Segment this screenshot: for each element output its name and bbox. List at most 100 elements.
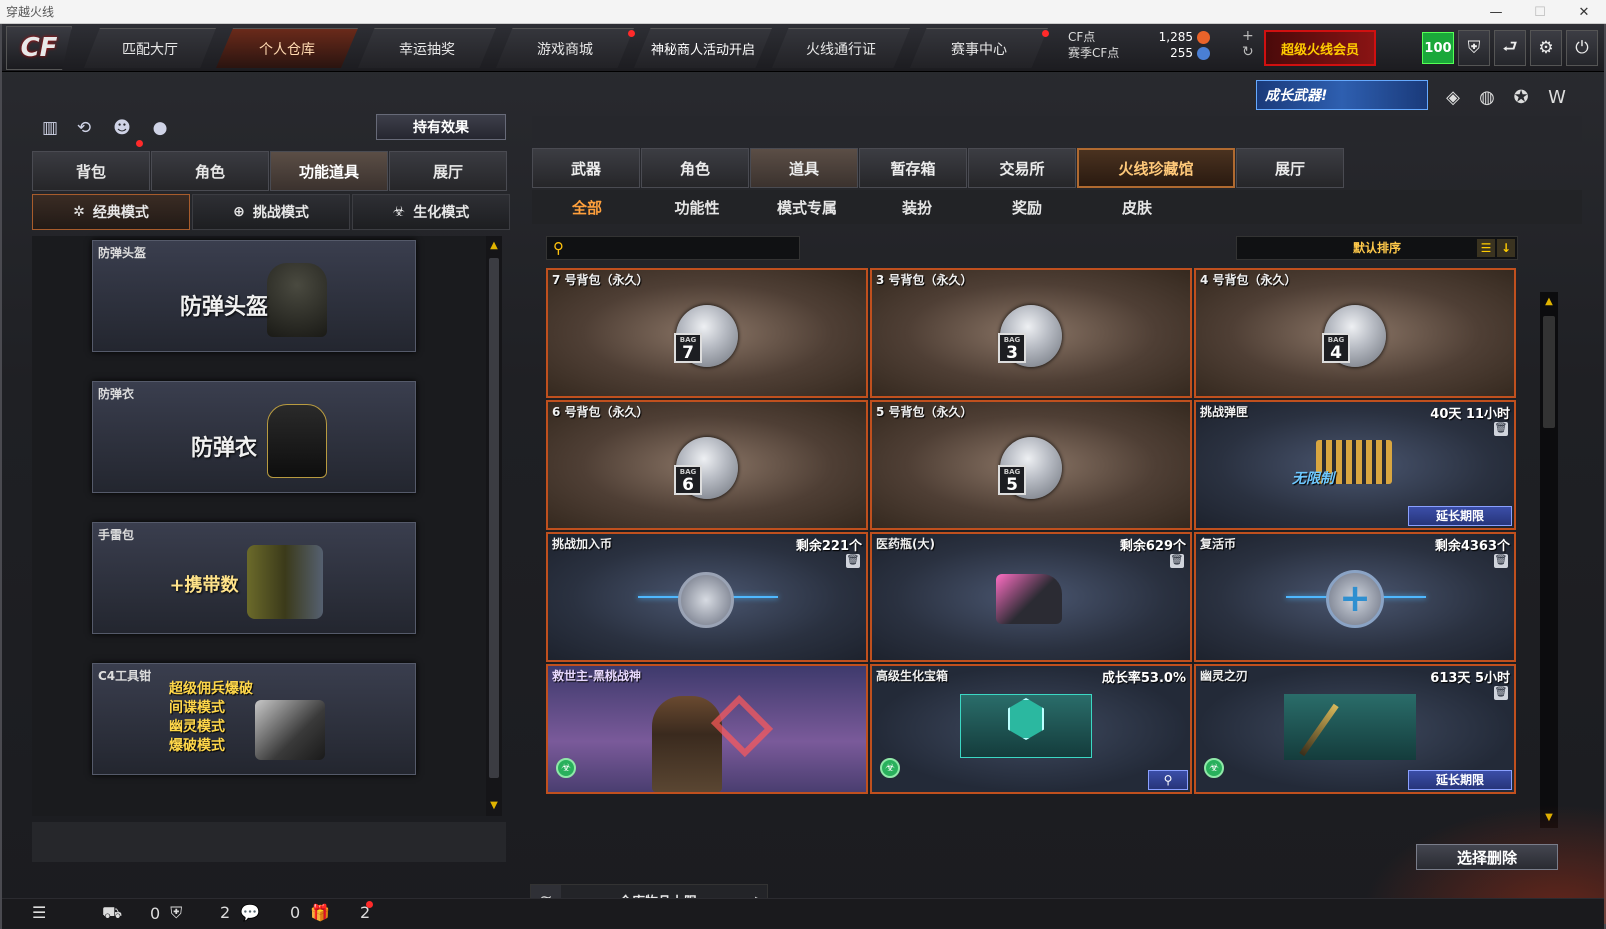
tab-backpack[interactable]: 背包 bbox=[32, 151, 150, 191]
scroll-thumb[interactable] bbox=[489, 258, 499, 778]
scroll-down-icon[interactable]: ▼ bbox=[486, 798, 502, 814]
subtab-skins[interactable]: 皮肤 bbox=[1082, 190, 1192, 224]
w-logo-icon[interactable]: W bbox=[1544, 84, 1570, 110]
grow-weapon-banner[interactable]: 成长武器! bbox=[1256, 80, 1428, 110]
item-card[interactable]: 挑战加入币 剩余221个 🗑 bbox=[546, 532, 868, 662]
item-card[interactable]: 4 号背包（永久） 4 bbox=[1194, 268, 1516, 398]
stats-icon[interactable]: ▥ bbox=[38, 116, 62, 140]
grenade-icon[interactable]: ● bbox=[148, 116, 172, 140]
tab-roles[interactable]: 角色 bbox=[641, 148, 749, 188]
shield-icon[interactable]: ⛨ bbox=[170, 903, 182, 923]
item-card[interactable]: 7 号背包（永久） 7 bbox=[546, 268, 868, 398]
status-group: 0 ⛨ bbox=[150, 903, 182, 923]
scroll-up-icon[interactable]: ▲ bbox=[1541, 294, 1557, 310]
item-card[interactable]: 幽灵之刃 613天 5小时 🗑 ☣ 延长期限 bbox=[1194, 664, 1516, 794]
trash-icon[interactable]: 🗑 bbox=[1494, 554, 1508, 568]
globe-icon[interactable]: ◍ bbox=[1474, 84, 1500, 110]
extend-button[interactable]: 延长期限 bbox=[1408, 770, 1512, 790]
extend-button[interactable]: 延长期限 bbox=[1408, 506, 1512, 526]
challenge-coin-icon bbox=[678, 572, 734, 628]
nav-tab-tournament[interactable]: 赛事中心 bbox=[910, 28, 1048, 68]
subtab-mode-exclusive[interactable]: 模式专属 bbox=[752, 190, 862, 224]
power-icon[interactable]: ⏻ bbox=[1566, 30, 1598, 66]
search-input[interactable]: ⚲ bbox=[546, 236, 800, 260]
item-card[interactable]: 挑战弹匣 40天 11小时 🗑 无限制 延长期限 bbox=[1194, 400, 1516, 530]
tab-showroom[interactable]: 展厅 bbox=[1236, 148, 1344, 188]
tab-function-items[interactable]: 功能道具 bbox=[270, 151, 388, 191]
tab-exhibition[interactable]: 展厅 bbox=[389, 151, 507, 191]
backpack-icon: 6 bbox=[674, 437, 738, 499]
mode-challenge[interactable]: ⊕ 挑战模式 bbox=[192, 194, 350, 230]
item-duration: 40天 11小时 bbox=[1430, 407, 1510, 422]
gift-icon[interactable]: 🎁 bbox=[310, 903, 330, 922]
item-card[interactable]: 3 号背包（永久） 3 bbox=[870, 268, 1192, 398]
item-card[interactable]: 5 号背包（永久） 5 bbox=[870, 400, 1192, 530]
item-title: 救世主-黑桃战神 bbox=[552, 669, 641, 683]
tab-character[interactable]: 角色 bbox=[151, 151, 269, 191]
tab-collection-hall[interactable]: 火线珍藏馆 bbox=[1077, 148, 1235, 188]
maximize-button[interactable]: ☐ bbox=[1518, 0, 1562, 24]
preview-search-button[interactable]: ⚲ bbox=[1148, 770, 1188, 790]
cf-logo[interactable]: CF bbox=[6, 26, 72, 70]
left-scrollbar[interactable]: ▲ ▼ bbox=[486, 236, 502, 816]
right-scrollbar[interactable]: ▲ ▼ bbox=[1540, 292, 1558, 828]
tab-temp-box[interactable]: 暂存箱 bbox=[859, 148, 967, 188]
medal-icon[interactable]: ✪ bbox=[1508, 84, 1534, 110]
notification-dot bbox=[366, 901, 373, 908]
trash-icon[interactable]: 🗑 bbox=[1494, 686, 1508, 700]
mode-classic[interactable]: ✲ 经典模式 bbox=[32, 194, 190, 230]
item-title: 挑战弹匣 bbox=[1200, 405, 1249, 419]
sort-dropdown[interactable]: 默认排序 ☰ ↓ bbox=[1236, 236, 1518, 260]
close-button[interactable]: ✕ bbox=[1562, 0, 1606, 24]
item-title: 防弹头盔 bbox=[179, 295, 268, 320]
item-card[interactable]: 医药瓶(大) 剩余629个 🗑 bbox=[870, 532, 1192, 662]
subtab-rewards[interactable]: 奖励 bbox=[972, 190, 1082, 224]
item-vest[interactable]: 防弹衣 防弹衣 bbox=[92, 381, 416, 493]
nav-tab-lucky-draw[interactable]: 幸运抽奖 bbox=[358, 28, 496, 68]
trash-icon[interactable]: 🗑 bbox=[846, 554, 860, 568]
nav-tab-game-shop[interactable]: 游戏商城 bbox=[496, 28, 634, 68]
binoculars-icon[interactable]: ⛟ bbox=[102, 903, 122, 924]
select-delete-button[interactable]: 选择删除 bbox=[1416, 844, 1558, 870]
item-card[interactable]: 复活币 剩余4363个 🗑 + bbox=[1194, 532, 1516, 662]
mode-biochemical[interactable]: ☣ 生化模式 bbox=[352, 194, 510, 230]
trash-icon[interactable]: 🗑 bbox=[1494, 422, 1508, 436]
shield-icon[interactable]: ⛨ bbox=[1458, 30, 1490, 66]
gear-icon[interactable]: ⚙ bbox=[1530, 30, 1562, 66]
item-card[interactable]: 6 号背包（永久） 6 bbox=[546, 400, 868, 530]
chat-icon[interactable]: 💬 bbox=[240, 903, 260, 922]
tab-exchange[interactable]: 交易所 bbox=[968, 148, 1076, 188]
scroll-up-icon[interactable]: ▲ bbox=[486, 238, 502, 254]
right-tabs: 武器 角色 道具 暂存箱 交易所 火线珍藏馆 展厅 bbox=[532, 148, 1345, 188]
trash-icon[interactable]: 🗑 bbox=[1170, 554, 1184, 568]
recharge-plus-icon[interactable]: + ↻ bbox=[1242, 28, 1254, 60]
list-view-icon[interactable]: ☰ bbox=[1477, 239, 1495, 257]
level-badge[interactable]: 100 bbox=[1422, 32, 1454, 64]
item-c4-pliers[interactable]: C4工具钳 超级佣兵爆破 间谍模式 幽灵模式 爆破模式 bbox=[92, 663, 416, 775]
tab-weapons[interactable]: 武器 bbox=[532, 148, 640, 188]
badge-icon[interactable]: ◈ bbox=[1440, 84, 1466, 110]
subtab-functional[interactable]: 功能性 bbox=[642, 190, 752, 224]
tab-props[interactable]: 道具 bbox=[750, 148, 858, 188]
minimize-button[interactable]: — bbox=[1474, 0, 1518, 24]
item-grenade-pack[interactable]: 手雷包 +携带数 bbox=[92, 522, 416, 634]
holding-effect-button[interactable]: 持有效果 bbox=[376, 114, 506, 140]
scroll-thumb[interactable] bbox=[1543, 316, 1555, 428]
refresh-icon[interactable]: ⟲ bbox=[72, 116, 96, 140]
subtab-all[interactable]: 全部 bbox=[532, 190, 642, 224]
status-group: 2 💬 bbox=[220, 903, 260, 922]
character-icon[interactable]: ☻ bbox=[110, 116, 134, 140]
left-tabs: 背包 角色 功能道具 展厅 bbox=[32, 151, 508, 191]
item-card[interactable]: 救世主-黑桃战神 ☣ bbox=[546, 664, 868, 794]
item-card[interactable]: 高级生化宝箱 成长率53.0% ☣ ⚲ bbox=[870, 664, 1192, 794]
subtab-dress[interactable]: 装扮 bbox=[862, 190, 972, 224]
nav-tab-mystery-merchant[interactable]: 神秘商人活动开启 bbox=[634, 28, 772, 68]
nav-tab-personal-storage[interactable]: 个人仓库 bbox=[216, 28, 358, 68]
vip-membership-button[interactable]: 超级火线会员 bbox=[1264, 30, 1376, 66]
sort-order-icon[interactable]: ↓ bbox=[1497, 239, 1515, 257]
nav-tab-battle-pass[interactable]: 火线通行证 bbox=[772, 28, 910, 68]
item-helmet[interactable]: 防弹头盔 防弹头盔 bbox=[92, 240, 416, 352]
menu-icon[interactable]: ☰ bbox=[32, 903, 46, 922]
exit-room-icon[interactable]: ⮐ bbox=[1494, 30, 1526, 66]
nav-tab-match-hall[interactable]: 匹配大厅 bbox=[84, 28, 216, 68]
